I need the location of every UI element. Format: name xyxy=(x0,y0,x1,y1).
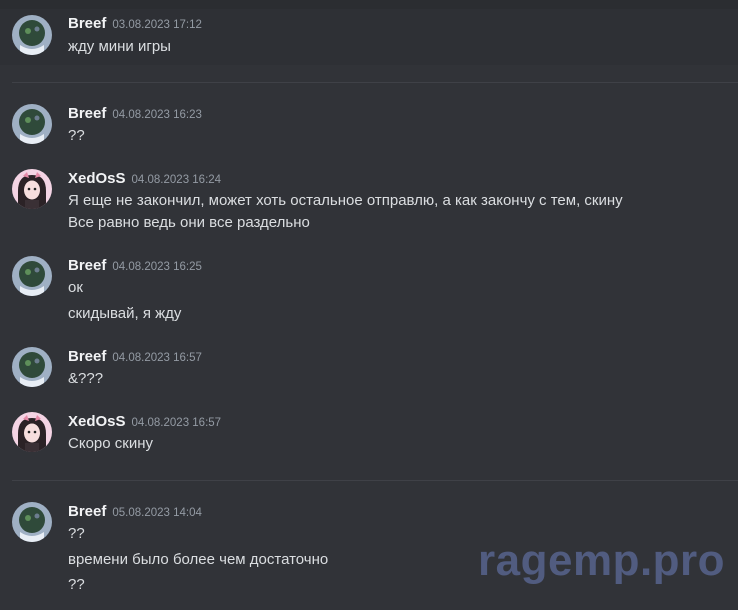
date-divider xyxy=(12,480,738,481)
message-group[interactable]: Breef 04.08.2023 16:57 &??? xyxy=(0,343,738,393)
timestamp: 04.08.2023 16:24 xyxy=(131,174,222,186)
message-text: Все равно ведь они все раздельно xyxy=(68,214,310,231)
timestamp: 04.08.2023 16:57 xyxy=(112,352,202,364)
timestamp: 05.08.2023 14:04 xyxy=(112,507,202,519)
message-header: Breef 04.08.2023 16:23 xyxy=(68,105,202,123)
avatar-breef[interactable] xyxy=(12,347,52,387)
message-group[interactable]: Breef 03.08.2023 17:12 жду мини игры xyxy=(0,9,738,65)
author-name[interactable]: Breef xyxy=(68,15,106,32)
message-text: скидывай, я жду xyxy=(68,305,182,322)
author-name[interactable]: Breef xyxy=(68,503,106,520)
avatar-breef[interactable] xyxy=(12,256,52,296)
message-text: Я еще не закончил, может хоть остальное … xyxy=(68,192,623,209)
message-group[interactable]: XedOsS 04.08.2023 16:57 Скоро скину xyxy=(0,408,738,458)
author-name[interactable]: Breef xyxy=(68,348,106,365)
avatar-breef[interactable] xyxy=(12,502,52,542)
message-text: &??? xyxy=(68,370,104,387)
message-group[interactable]: Breef 04.08.2023 16:23 ?? xyxy=(0,100,738,150)
message-text: ?? xyxy=(68,576,85,593)
message-group[interactable]: XedOsS 04.08.2023 16:24 Я еще не закончил… xyxy=(0,165,738,240)
timestamp: 04.08.2023 16:57 xyxy=(131,417,222,429)
avatar-breef[interactable] xyxy=(12,104,52,144)
avatar-xedoss[interactable] xyxy=(12,169,52,209)
top-strip xyxy=(0,0,738,9)
timestamp: 04.08.2023 16:23 xyxy=(112,109,202,121)
message-header: Breef 05.08.2023 14:04 xyxy=(68,503,202,521)
message-text: времени было более чем достаточно xyxy=(68,551,329,568)
date-divider xyxy=(12,82,738,83)
message-text: ок xyxy=(68,279,83,296)
author-name[interactable]: XedOsS xyxy=(68,170,126,187)
author-name[interactable]: XedOsS xyxy=(68,413,126,430)
message-group[interactable]: Breef 04.08.2023 16:25 ок скидывай, я жду xyxy=(0,252,738,327)
message-header: Breef 04.08.2023 16:57 xyxy=(68,348,202,366)
message-text: ?? xyxy=(68,525,85,542)
timestamp: 04.08.2023 16:25 xyxy=(112,261,202,273)
message-header: XedOsS 04.08.2023 16:24 xyxy=(68,170,221,188)
message-text: ?? xyxy=(68,127,85,144)
message-header: Breef 03.08.2023 17:12 xyxy=(68,15,202,33)
message-header: XedOsS 04.08.2023 16:57 xyxy=(68,413,221,431)
message-header: Breef 04.08.2023 16:25 xyxy=(68,257,202,275)
author-name[interactable]: Breef xyxy=(68,105,106,122)
message-text: Скоро скину xyxy=(68,435,153,452)
author-name[interactable]: Breef xyxy=(68,257,106,274)
message-text: жду мини игры xyxy=(68,38,171,55)
watermark: ragemp.pro xyxy=(478,536,726,585)
chat-area: Breef 03.08.2023 17:12 жду мини игры Bree… xyxy=(0,0,738,610)
avatar-xedoss[interactable] xyxy=(12,412,52,452)
timestamp: 03.08.2023 17:12 xyxy=(112,19,202,31)
avatar-breef[interactable] xyxy=(12,15,52,55)
